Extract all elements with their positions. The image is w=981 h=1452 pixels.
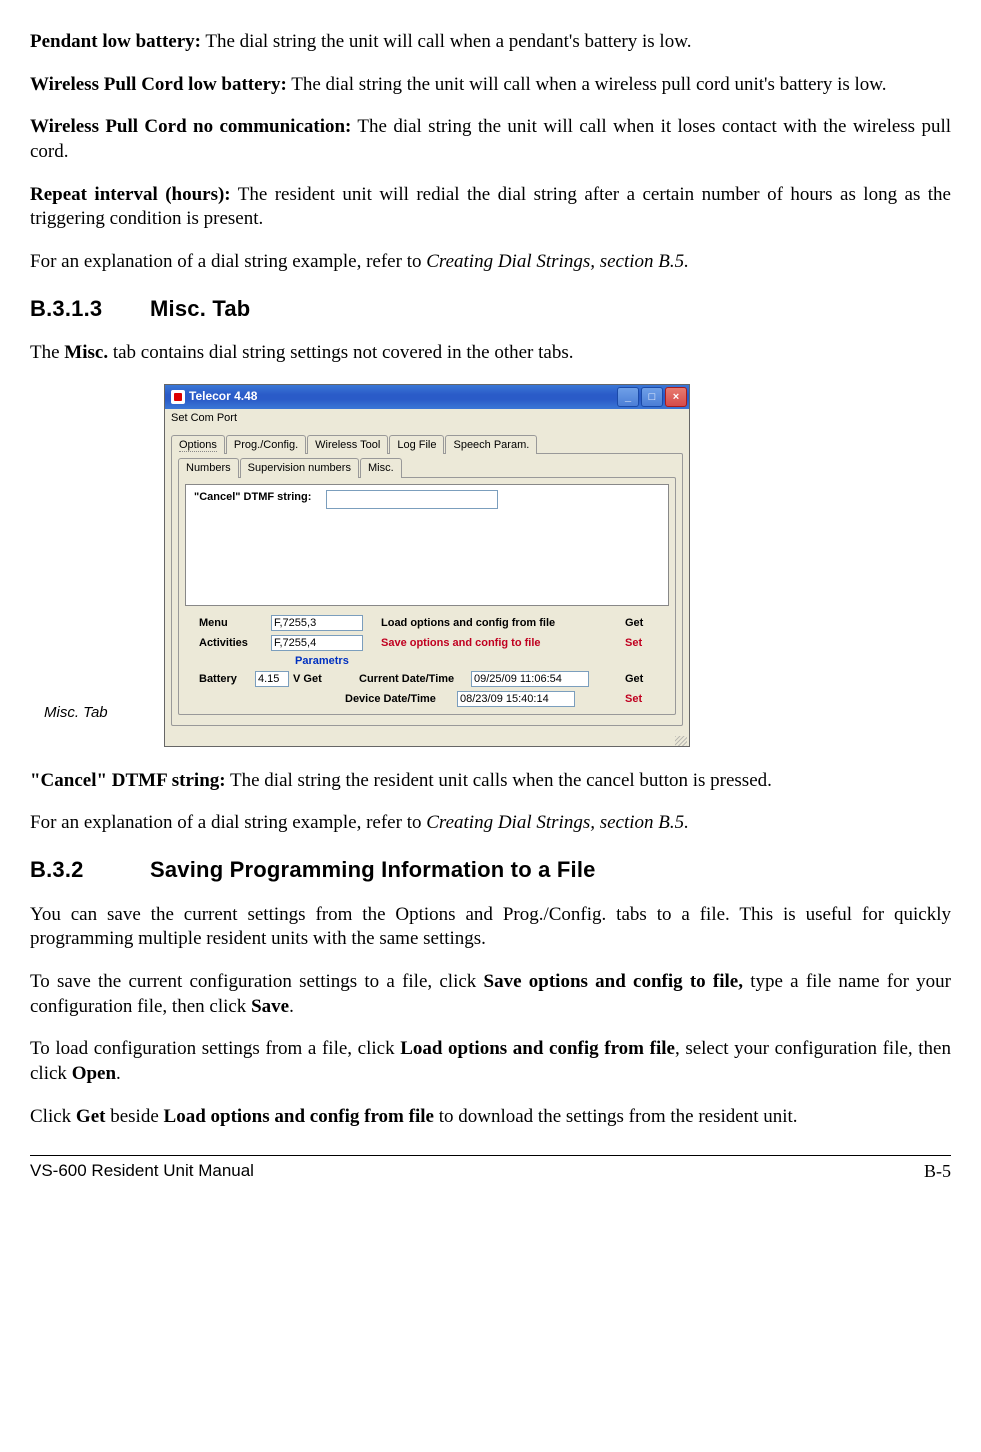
battery-unit-get[interactable]: V Get <box>289 672 359 686</box>
device-datetime-label: Device Date/Time <box>345 692 457 706</box>
tab-options[interactable]: Options <box>171 435 225 454</box>
page-footer: VS-600 Resident Unit Manual B-5 <box>30 1155 951 1183</box>
misc-panel: "Cancel" DTMF string: <box>185 484 669 606</box>
def-wpc-nocom: Wireless Pull Cord no communication: The… <box>30 115 951 164</box>
window-title: Telecor 4.48 <box>189 389 617 405</box>
activities-input[interactable]: F,7255,4 <box>271 635 363 651</box>
cancel-dtmf-input[interactable] <box>326 490 498 509</box>
close-button[interactable]: × <box>665 387 687 407</box>
cancel-dtmf-label: "Cancel" DTMF string: <box>194 490 311 504</box>
parametrs-label: Parametrs <box>185 654 669 668</box>
tabstrip-top: Options Prog./Config. Wireless Tool Log … <box>171 435 683 454</box>
tab-numbers[interactable]: Numbers <box>178 458 239 477</box>
def-repeat: Repeat interval (hours): The resident un… <box>30 183 951 232</box>
intro-b313: The Misc. tab contains dial string setti… <box>30 341 951 366</box>
def-cancel-dtmf: "Cancel" DTMF string: The dial string th… <box>30 769 951 794</box>
tabstrip-inner: Numbers Supervision numbers Misc. <box>178 458 676 477</box>
para-b32-4: Click Get beside Load options and config… <box>30 1105 951 1130</box>
app-icon <box>171 390 185 404</box>
para-b32-2: To save the current configuration settin… <box>30 970 951 1019</box>
heading-b32: B.3.2Saving Programming Information to a… <box>30 856 951 885</box>
heading-b313: B.3.1.3Misc. Tab <box>30 295 951 324</box>
screenshot-window: Telecor 4.48 _ □ × Set Com Port Options … <box>164 384 690 747</box>
menubar-set-com-port[interactable]: Set Com Port <box>165 409 689 431</box>
para-b32-3: To load configuration settings from a fi… <box>30 1037 951 1086</box>
xref-dial-strings-2: For an explanation of a dial string exam… <box>30 811 951 836</box>
tab-prog-config[interactable]: Prog./Config. <box>226 435 306 454</box>
resize-grip-icon[interactable] <box>675 736 687 746</box>
tab-misc[interactable]: Misc. <box>360 458 402 477</box>
load-options-link[interactable]: Load options and config from file <box>381 616 555 630</box>
def-pendant-low: Pendant low battery: The dial string the… <box>30 30 951 55</box>
maximize-button[interactable]: □ <box>641 387 663 407</box>
set-save-button[interactable]: Set <box>625 636 669 650</box>
set-datetime-button[interactable]: Set <box>625 692 669 706</box>
def-wpc-low: Wireless Pull Cord low battery: The dial… <box>30 73 951 98</box>
tab-speech-param[interactable]: Speech Param. <box>445 435 537 454</box>
footer-right: B-5 <box>924 1160 951 1183</box>
battery-label: Battery <box>185 672 255 686</box>
xref-dial-strings-1: For an explanation of a dial string exam… <box>30 250 951 275</box>
titlebar[interactable]: Telecor 4.48 _ □ × <box>165 385 689 409</box>
current-datetime-input[interactable]: 09/25/09 11:06:54 <box>471 671 589 687</box>
current-datetime-label: Current Date/Time <box>359 672 471 686</box>
minimize-button[interactable]: _ <box>617 387 639 407</box>
battery-value: 4.15 <box>255 671 289 687</box>
footer-left: VS-600 Resident Unit Manual <box>30 1160 254 1183</box>
para-b32-1: You can save the current settings from t… <box>30 903 951 952</box>
menu-input[interactable]: F,7255,3 <box>271 615 363 631</box>
tab-log-file[interactable]: Log File <box>389 435 444 454</box>
get-datetime-button[interactable]: Get <box>625 672 669 686</box>
tab-wireless-tool[interactable]: Wireless Tool <box>307 435 388 454</box>
device-datetime-input[interactable]: 08/23/09 15:40:14 <box>457 691 575 707</box>
figure-caption: Misc. Tab <box>30 703 164 747</box>
get-load-button[interactable]: Get <box>625 616 669 630</box>
menu-label: Menu <box>185 616 271 630</box>
activities-label: Activities <box>185 636 271 650</box>
tab-supervision-numbers[interactable]: Supervision numbers <box>240 458 359 477</box>
save-options-link[interactable]: Save options and config to file <box>381 636 541 650</box>
